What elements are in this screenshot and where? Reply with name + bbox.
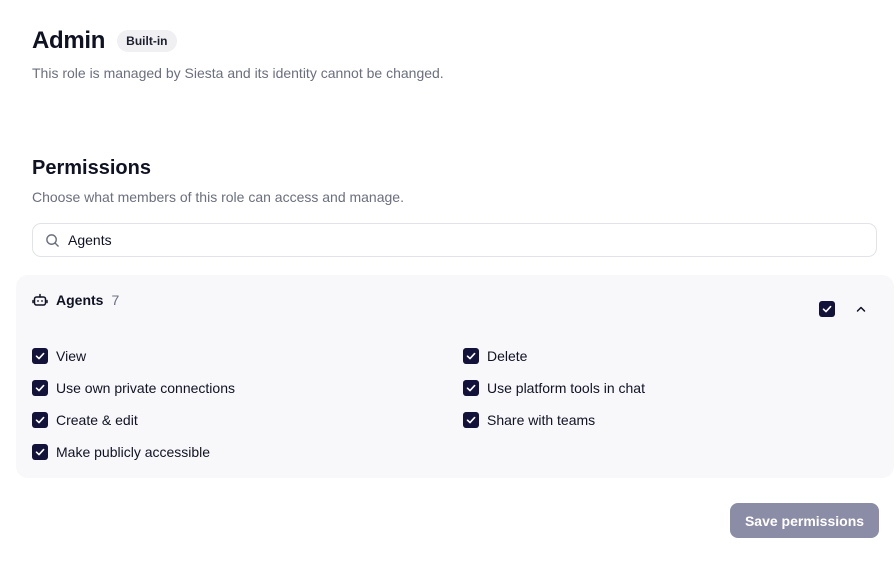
chevron-up-icon	[856, 306, 866, 312]
permission-make-publicly-accessible[interactable]: Make publicly accessible	[32, 443, 210, 461]
checkmark-icon	[466, 416, 476, 424]
save-permissions-button[interactable]: Save permissions	[730, 503, 879, 538]
permission-label: Use platform tools in chat	[487, 380, 645, 396]
permission-share-with-teams[interactable]: Share with teams	[463, 411, 595, 429]
checkmark-icon	[466, 384, 476, 392]
make-publicly-accessible-checkbox[interactable]	[32, 444, 48, 460]
permissions-description: Choose what members of this role can acc…	[32, 189, 404, 205]
role-description: This role is managed by Siesta and its i…	[32, 65, 444, 81]
checkmark-icon	[35, 384, 45, 392]
permission-use-platform-tools[interactable]: Use platform tools in chat	[463, 379, 645, 397]
view-checkbox[interactable]	[32, 348, 48, 364]
permission-label: Make publicly accessible	[56, 444, 211, 460]
permission-group-agents: Agents 7 View Delete Use own private con…	[16, 275, 894, 478]
collapse-toggle[interactable]	[854, 302, 868, 316]
checkmark-icon	[822, 305, 832, 313]
permission-delete[interactable]: Delete	[463, 347, 527, 365]
permission-use-own-private-connections[interactable]: Use own private connections	[32, 379, 235, 397]
checkmark-icon	[35, 416, 45, 424]
checkmark-icon	[466, 352, 476, 360]
permission-label: Use own private connections	[56, 380, 235, 396]
select-all-checkbox[interactable]	[819, 301, 835, 317]
group-name: Agents	[56, 292, 104, 308]
permission-label: Share with teams	[487, 412, 596, 428]
permission-label: Create & edit	[56, 412, 138, 428]
permissions-title: Permissions	[32, 157, 151, 179]
checkmark-icon	[35, 448, 45, 456]
permission-label: Delete	[487, 348, 528, 364]
search-icon	[46, 233, 59, 247]
share-with-teams-checkbox[interactable]	[463, 412, 479, 428]
role-title: Admin	[32, 27, 106, 54]
use-platform-tools-checkbox[interactable]	[463, 380, 479, 396]
permission-create-edit[interactable]: Create & edit	[32, 411, 138, 429]
create-edit-checkbox[interactable]	[32, 412, 48, 428]
built-in-badge: Built-in	[117, 30, 177, 52]
permission-label: View	[56, 348, 87, 364]
delete-checkbox[interactable]	[463, 348, 479, 364]
use-own-private-connections-checkbox[interactable]	[32, 380, 48, 396]
robot-icon	[32, 293, 48, 306]
search-input[interactable]	[68, 232, 876, 248]
group-header[interactable]: Agents 7	[32, 292, 119, 308]
role-header: Admin Built-in	[32, 26, 177, 56]
permission-view[interactable]: View	[32, 347, 86, 365]
group-count: 7	[111, 292, 120, 308]
search-box[interactable]	[32, 223, 877, 257]
checkmark-icon	[35, 352, 45, 360]
